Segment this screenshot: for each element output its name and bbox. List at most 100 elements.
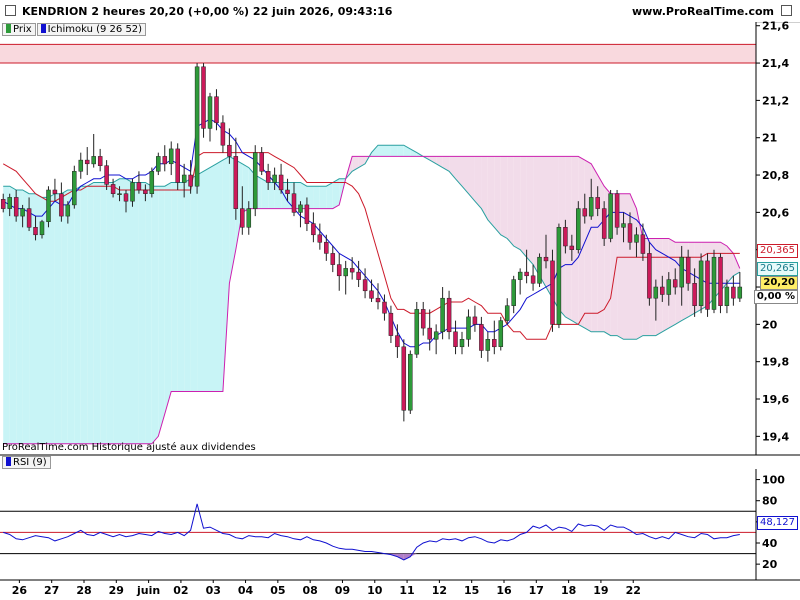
candle-body bbox=[65, 204, 71, 217]
candle-body bbox=[492, 339, 497, 348]
candle-body bbox=[39, 221, 45, 236]
cloud-segment bbox=[132, 182, 139, 444]
x-tick-label: 18 bbox=[561, 584, 576, 597]
cloud-segment bbox=[500, 156, 508, 239]
candle-body bbox=[408, 353, 413, 411]
candle-body bbox=[117, 193, 122, 195]
candle-body bbox=[420, 309, 426, 329]
chart-canvas: 19,419,619,82020,220,420,620,82121,221,4… bbox=[0, 20, 800, 597]
cloud-segment bbox=[54, 193, 62, 444]
price-tick-label: 21,4 bbox=[762, 57, 789, 70]
candle-body bbox=[278, 174, 284, 191]
candle-body bbox=[459, 339, 465, 348]
x-tick-label: 10 bbox=[367, 584, 383, 597]
price-tick-label: 20,8 bbox=[762, 169, 789, 182]
x-tick-label: juin bbox=[136, 584, 160, 597]
x-tick-label: 09 bbox=[335, 584, 350, 597]
candle-body bbox=[472, 316, 478, 325]
legend-prix[interactable]: Prix bbox=[2, 23, 36, 36]
price-tick-label: 20,6 bbox=[762, 206, 789, 219]
cloud-segment bbox=[126, 178, 133, 444]
cloud-segment bbox=[326, 182, 333, 209]
candle-body bbox=[692, 283, 697, 306]
rsi-tick-label: 40 bbox=[762, 537, 778, 550]
candle-body bbox=[685, 256, 691, 284]
candle-body bbox=[543, 256, 549, 262]
cloud-segment bbox=[164, 182, 172, 414]
legend-rsi-item[interactable]: RSI (9) bbox=[2, 456, 51, 469]
cloud-segment bbox=[520, 156, 527, 258]
cloud-segment bbox=[397, 145, 404, 157]
candle-body bbox=[59, 193, 64, 217]
candle-body bbox=[72, 171, 77, 206]
cloud-segment bbox=[22, 190, 30, 444]
cloud-segment bbox=[61, 190, 68, 444]
cloud-segment bbox=[113, 178, 120, 444]
cloud-segment bbox=[190, 175, 198, 392]
candle-body bbox=[7, 197, 12, 209]
cloud-segment bbox=[138, 182, 146, 444]
x-tick-label: 11 bbox=[399, 584, 414, 597]
candle-body bbox=[511, 279, 516, 306]
candle-body bbox=[731, 286, 736, 299]
x-tick-label: 04 bbox=[238, 584, 254, 597]
cloud-segment bbox=[3, 186, 10, 444]
candle-body bbox=[201, 66, 206, 129]
x-tick-label: 19 bbox=[593, 584, 608, 597]
candle-body bbox=[718, 256, 723, 306]
candle-body bbox=[504, 305, 510, 321]
candle-body bbox=[265, 171, 271, 183]
cloud-segment bbox=[67, 190, 75, 444]
candle-body bbox=[252, 152, 258, 209]
dividend-note: ProRealTime.com Historique ajusté aux di… bbox=[2, 442, 256, 453]
candle-body bbox=[517, 271, 523, 280]
candle-body bbox=[130, 182, 135, 202]
cloud-segment bbox=[242, 163, 249, 213]
candle-body bbox=[175, 148, 180, 183]
resistance-band bbox=[0, 44, 756, 64]
rsi-value-tag: 48,127 bbox=[757, 516, 798, 530]
cloud-segment bbox=[87, 182, 94, 444]
rsi-tick-label: 20 bbox=[762, 558, 778, 571]
candle-body bbox=[156, 156, 161, 172]
price-legend: Prix Ichimoku (9 26 52) bbox=[2, 23, 147, 36]
x-tick-label: 27 bbox=[44, 584, 59, 597]
cloud-segment bbox=[513, 156, 521, 250]
rsi-swatch-icon bbox=[6, 457, 11, 466]
cloud-segment bbox=[384, 145, 391, 157]
candle-body bbox=[582, 208, 588, 217]
cloud-segment bbox=[93, 182, 101, 444]
candle-body bbox=[382, 301, 387, 314]
cloud-segment bbox=[80, 186, 88, 444]
chart-window: KENDRION 2 heures 20,20 (+0,00 %) 22 jui… bbox=[0, 0, 800, 600]
candle-body bbox=[123, 193, 129, 202]
cloud-segment bbox=[319, 186, 327, 209]
cloud-segment bbox=[100, 182, 107, 444]
rsi-legend: RSI (9) bbox=[2, 456, 52, 469]
cloud-segment bbox=[526, 156, 534, 265]
cloud-segment bbox=[378, 145, 385, 157]
candle-body bbox=[446, 297, 452, 333]
candle-body bbox=[349, 268, 355, 273]
candle-body bbox=[84, 159, 90, 165]
candle-body bbox=[304, 204, 310, 224]
candle-body bbox=[427, 327, 432, 340]
cloud-segment bbox=[48, 193, 55, 444]
candle-body bbox=[188, 174, 193, 187]
cloud-segment bbox=[203, 167, 210, 392]
candle-body bbox=[388, 312, 394, 336]
candle-body bbox=[324, 241, 329, 254]
cloud-segment bbox=[216, 160, 223, 392]
candle-body bbox=[336, 264, 342, 277]
candle-body bbox=[453, 331, 458, 347]
cloud-segment bbox=[591, 163, 598, 332]
candle-body bbox=[640, 234, 646, 254]
legend-ichimoku[interactable]: Ichimoku (9 26 52) bbox=[36, 23, 147, 36]
x-tick-label: 02 bbox=[173, 584, 188, 597]
cloud-segment bbox=[487, 156, 495, 228]
candle-body bbox=[375, 297, 381, 303]
candle-body bbox=[110, 184, 116, 194]
x-tick-label: 08 bbox=[302, 584, 317, 597]
candle-body bbox=[343, 268, 348, 277]
cloud-segment bbox=[268, 182, 275, 209]
